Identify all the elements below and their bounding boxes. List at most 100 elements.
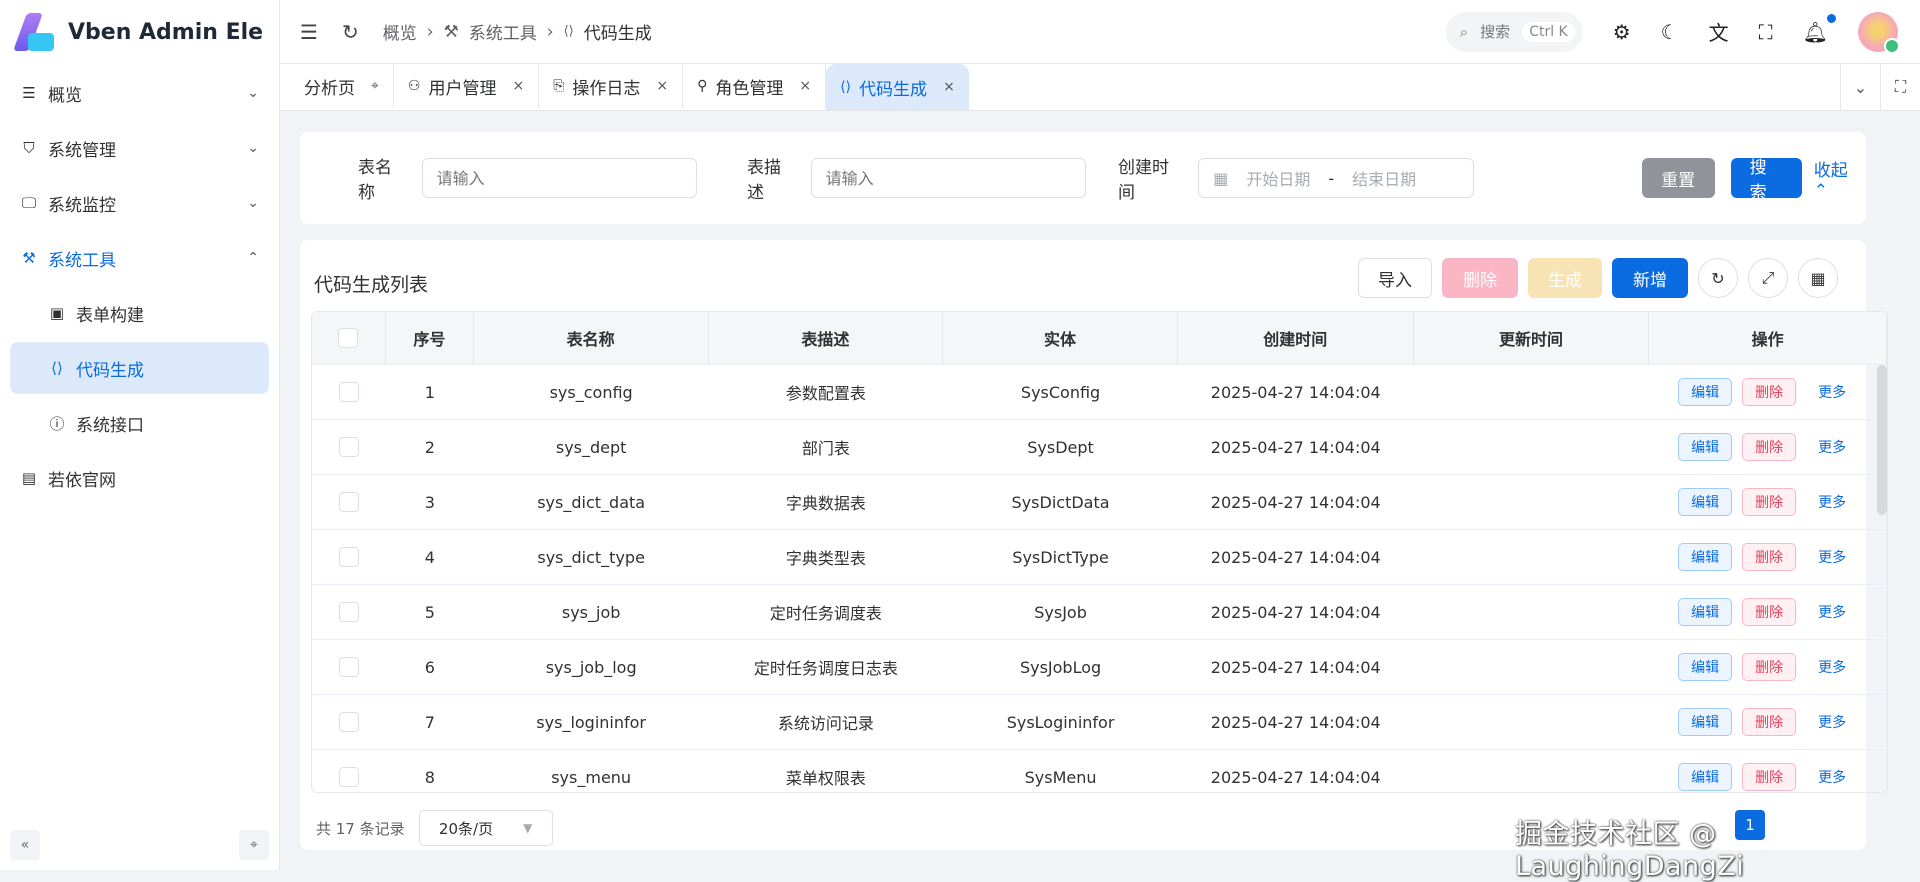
more-button[interactable]: 更多 [1806,433,1858,461]
generate-button[interactable]: 生成 [1528,258,1602,298]
delete-row-button[interactable]: 删除 [1742,598,1797,626]
more-button[interactable]: 更多 [1806,598,1858,626]
row-checkbox[interactable] [338,492,359,512]
sidebar-item[interactable]: 🖵 系统监控 ⌄ [10,177,269,229]
table-cell: SysJob [1034,602,1087,622]
close-icon[interactable]: × [656,78,668,94]
row-checkbox[interactable] [338,602,359,622]
table-card: 代码生成列表 导入 删除 生成 新增 ↻ ⤢ ▦ 序号 表名称 表描述 实体 创建时间更… [300,240,1888,850]
table-cell: 2025-04-27 14:04:04 [1210,437,1381,457]
delete-row-button[interactable]: 删除 [1742,378,1797,406]
sidebar-item[interactable]: ⛉ 系统管理 ⌄ [10,122,269,174]
table-desc-label: 表描述 [747,158,782,203]
row-checkbox[interactable] [338,437,359,457]
row-checkbox[interactable] [338,712,359,732]
settings-icon[interactable]: ⚙ [1613,20,1631,44]
edit-button[interactable]: 编辑 [1678,433,1733,461]
table-desc-input[interactable] [810,158,1087,198]
table-cell: 2025-04-27 14:04:04 [1210,767,1381,787]
delete-row-button[interactable]: 删除 [1742,708,1797,736]
row-checkbox[interactable] [338,767,359,787]
close-icon[interactable]: × [943,79,955,95]
row-checkbox[interactable] [338,382,359,402]
tool-icon: ⚒ [443,21,459,42]
tab-item[interactable]: ⎘ 操作日志 × [539,64,684,108]
table-name-input[interactable] [421,158,698,198]
select-all-checkbox[interactable] [338,328,359,348]
table-scrollbar[interactable] [1877,365,1887,515]
edit-button[interactable]: 编辑 [1678,653,1733,681]
translate-icon[interactable]: 文 [1709,17,1729,46]
table-cell: 参数配置表 [785,384,866,403]
breadcrumb-item[interactable]: 概览 [383,19,417,44]
more-button[interactable]: 更多 [1806,653,1858,681]
refresh-icon[interactable]: ↻ [1698,258,1738,298]
collapse-sidebar-button[interactable]: « [10,830,40,860]
collapse-link[interactable]: 收起 ⌃ [1814,156,1866,201]
tab-item[interactable]: ⚇ 用户管理 × [394,64,540,108]
table-name-label: 表名称 [358,158,392,203]
edit-button[interactable]: 编辑 [1678,378,1733,406]
avatar[interactable] [1858,11,1900,54]
fullscreen-icon[interactable]: ⛶ [1759,20,1773,44]
tab-item[interactable]: 分析页 ⌖ [290,64,394,108]
tab-dropdown-button[interactable]: ⌄ [1840,64,1880,110]
columns-icon[interactable]: ▦ [1798,258,1838,298]
import-button[interactable]: 导入 [1358,258,1432,298]
close-icon[interactable]: × [799,78,811,94]
delete-row-button[interactable]: 删除 [1742,433,1797,461]
tab-maximize-button[interactable]: ⛶ [1880,64,1920,110]
tab-item[interactable]: ⚲ 角色管理 × [683,64,827,108]
search-button[interactable]: 搜索 [1730,158,1802,203]
more-button[interactable]: 更多 [1806,488,1858,516]
page-size-select[interactable]: 20条/页 ▼ [418,810,553,846]
api-icon: ⓘ [49,414,65,433]
refresh-icon[interactable]: ↻ [342,20,359,44]
breadcrumb-item: 代码生成 [583,24,652,44]
more-button[interactable]: 更多 [1806,763,1858,791]
date-range-picker[interactable]: ▦ 开始日期 - 结束日期 [1198,158,1474,198]
sidebar-item[interactable]: ▤ 若依官网 [10,452,269,504]
sidebar-item[interactable]: ⓘ 系统接口 [10,397,269,449]
sidebar-item[interactable]: ☰ 概览 ⌄ [10,67,269,119]
pin-icon[interactable]: ⌖ [371,78,379,94]
sidebar-item[interactable]: ⚒ 系统工具 ⌃ [10,232,269,284]
delete-row-button[interactable]: 删除 [1742,763,1797,791]
app-logo[interactable]: Vben Admin Ele [0,0,279,64]
created-time-label: 创建时间 [1118,158,1170,203]
more-button[interactable]: 更多 [1806,543,1858,571]
global-search[interactable]: ⌕ 搜索 Ctrl K [1445,11,1583,52]
tab-item[interactable]: ⟨⟩ 代码生成 × [826,64,969,110]
edit-button[interactable]: 编辑 [1678,708,1733,736]
table-cell: sys_logininfor [536,712,646,732]
menu-toggle-icon[interactable]: ☰ [300,20,318,44]
reset-button[interactable]: 重置 [1641,158,1715,198]
table-row: 6 sys_job_log 定时任务调度日志表 SysJobLog 2025-04-27… [312,640,1887,695]
close-icon[interactable]: × [512,78,524,94]
tool-icon: ⚒ [22,249,36,267]
pin-sidebar-button[interactable]: ⌖ [239,830,269,860]
sidebar-item[interactable]: ▣ 表单构建 [10,287,269,339]
delete-button[interactable]: 删除 [1442,258,1518,298]
breadcrumb-item[interactable]: 系统工具 [469,19,537,44]
sidebar-item[interactable]: ⟨⟩ 代码生成 [10,342,269,394]
delete-row-button[interactable]: 删除 [1742,488,1797,516]
table-cell: 部门表 [801,439,850,458]
delete-row-button[interactable]: 删除 [1742,653,1797,681]
delete-row-button[interactable]: 删除 [1742,543,1797,571]
table-row: 3 sys_dict_data 字典数据表 SysDictData 2025-04-27… [312,475,1887,530]
edit-button[interactable]: 编辑 [1678,598,1733,626]
column-header: 创建时间 [1178,312,1414,364]
row-checkbox[interactable] [338,547,359,567]
edit-button[interactable]: 编辑 [1678,543,1733,571]
add-button[interactable]: 新增 [1612,258,1688,298]
expand-icon[interactable]: ⤢ [1748,258,1788,298]
edit-button[interactable]: 编辑 [1678,763,1733,791]
edit-button[interactable]: 编辑 [1678,488,1733,516]
select-all-cell [312,312,386,364]
bell-icon[interactable]: 🔔︎ [1803,13,1836,44]
more-button[interactable]: 更多 [1806,378,1858,406]
row-checkbox[interactable] [338,657,359,677]
more-button[interactable]: 更多 [1806,708,1858,736]
moon-icon[interactable]: ☾ [1661,20,1679,44]
